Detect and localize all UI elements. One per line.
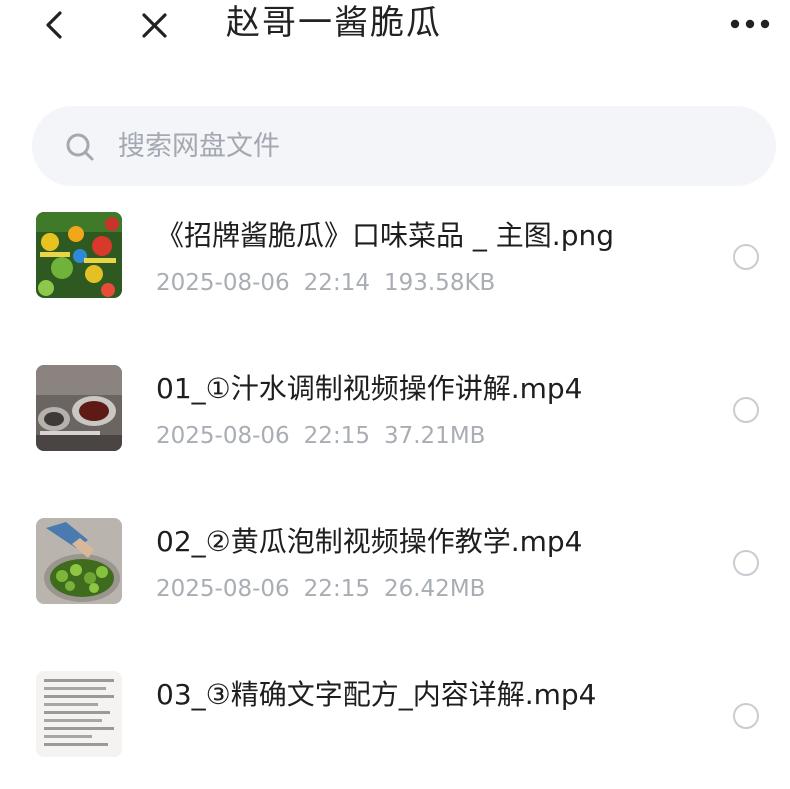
file-date: 2025-08-06 bbox=[156, 423, 290, 449]
search-input[interactable] bbox=[118, 124, 718, 168]
file-date: 2025-08-06 bbox=[156, 270, 290, 296]
file-meta: 2025-08-06 22:15 37.21MB bbox=[156, 421, 499, 451]
close-button[interactable] bbox=[136, 6, 174, 44]
file-meta: 2025-08-06 22:14 193.58KB bbox=[156, 268, 509, 298]
back-arrow-icon bbox=[46, 11, 62, 39]
file-meta: 2025-08-06 22:15 26.42MB bbox=[156, 574, 499, 604]
close-icon bbox=[142, 13, 167, 38]
file-item[interactable]: 《招牌酱脆瓜》口味菜品 _ 主图.png 2025-08-06 22:14 193.… bbox=[0, 200, 790, 330]
top-navigation-bar: 赵哥一酱脆瓜 bbox=[0, 0, 790, 84]
more-dots-icon bbox=[730, 19, 770, 29]
file-size: 37.21MB bbox=[383, 423, 486, 449]
file-time: 22:15 bbox=[303, 423, 370, 449]
more-options-button[interactable] bbox=[726, 10, 776, 38]
select-radio[interactable] bbox=[733, 703, 759, 729]
back-button[interactable] bbox=[38, 8, 72, 42]
image-thumbnail bbox=[36, 212, 122, 298]
search-icon bbox=[66, 133, 94, 161]
file-item[interactable]: 01_①汁水调制视频操作讲解.mp4 2025-08-06 22:15 37.21M… bbox=[0, 353, 790, 483]
video-thumbnail bbox=[36, 518, 122, 604]
file-name: 03_③精确文字配方_内容详解.mp4 bbox=[156, 678, 597, 711]
document-thumbnail bbox=[36, 671, 122, 757]
file-list: 《招牌酱脆瓜》口味菜品 _ 主图.png 2025-08-06 22:14 193.… bbox=[0, 200, 790, 757]
file-date: 2025-08-06 bbox=[156, 576, 290, 602]
file-time: 22:15 bbox=[303, 576, 370, 602]
file-item[interactable]: 02_②黄瓜泡制视频操作教学.mp4 2025-08-06 22:15 26.42M… bbox=[0, 506, 790, 636]
search-bar[interactable] bbox=[32, 106, 776, 186]
select-radio[interactable] bbox=[733, 397, 759, 423]
file-size: 26.42MB bbox=[383, 576, 486, 602]
file-name: 01_①汁水调制视频操作讲解.mp4 bbox=[156, 372, 583, 405]
file-name: 02_②黄瓜泡制视频操作教学.mp4 bbox=[156, 525, 583, 558]
video-thumbnail bbox=[36, 365, 122, 451]
file-time: 22:14 bbox=[303, 270, 370, 296]
select-radio[interactable] bbox=[733, 550, 759, 576]
file-size: 193.58KB bbox=[383, 270, 496, 296]
file-item[interactable]: 03_③精确文字配方_内容详解.mp4 bbox=[0, 659, 790, 789]
file-name: 《招牌酱脆瓜》口味菜品 _ 主图.png bbox=[156, 219, 614, 252]
page-title: 赵哥一酱脆瓜 bbox=[226, 3, 442, 43]
select-radio[interactable] bbox=[733, 244, 759, 270]
